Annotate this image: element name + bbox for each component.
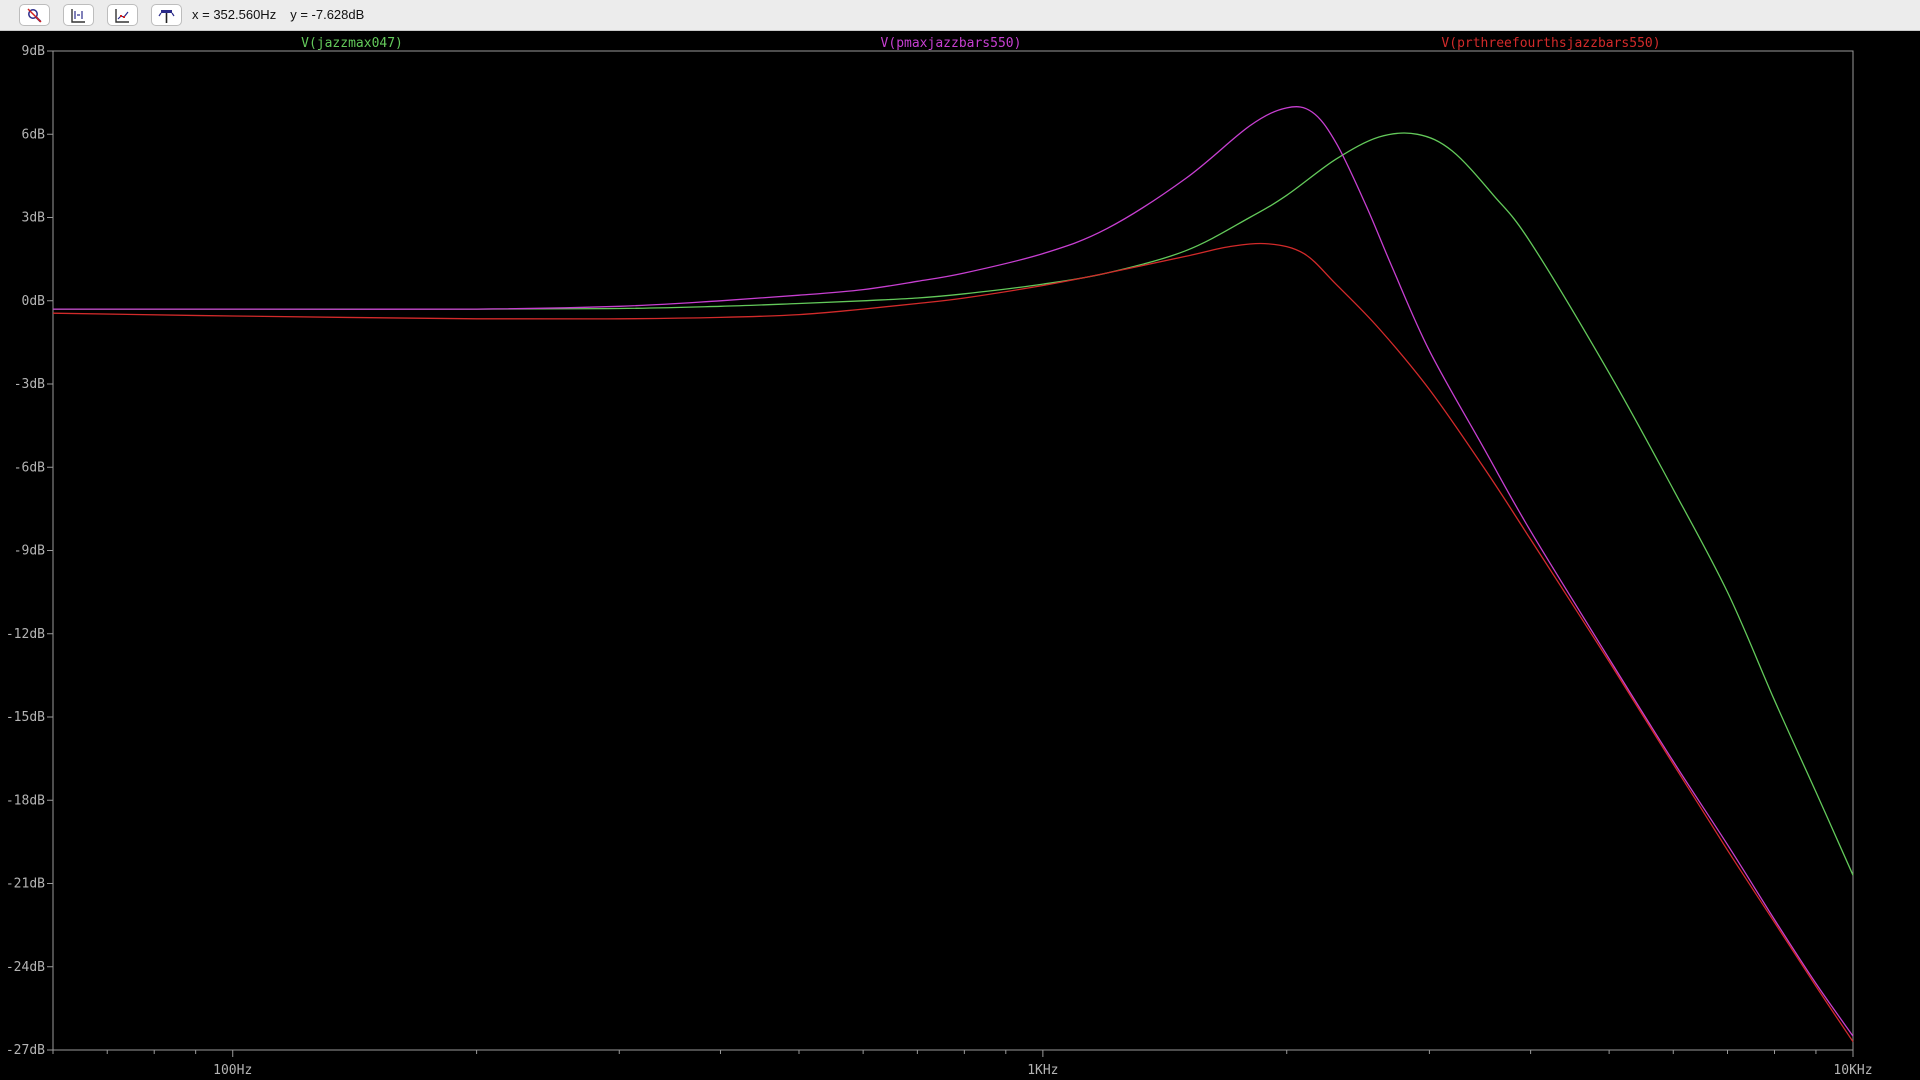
mark-points-icon — [115, 8, 129, 23]
y-tick-label: -12dB — [6, 627, 45, 642]
cursor-readout: x = 352.560Hz y = -7.628dB — [192, 7, 378, 22]
y-tick-label: 0dB — [22, 294, 46, 309]
zoom-cancel-icon — [27, 7, 42, 23]
legend-entry[interactable]: V(pmaxjazzbars550) — [881, 36, 1022, 51]
x-tick-label: 1KHz — [1027, 1063, 1058, 1078]
series-line[interactable] — [53, 106, 1854, 1037]
bode-plot[interactable]: 9dB 6dB 3dB 0dB -3dB -6dB -9dB -12dB -15dB -18dB -… — [0, 31, 1920, 1080]
zoom-cancel-button[interactable] — [19, 4, 50, 26]
plot-toolbar: x = 352.560Hz y = -7.628dB — [0, 0, 1920, 31]
probe-button[interactable] — [151, 4, 182, 26]
x-tick-label: 100Hz — [213, 1063, 252, 1078]
y-tick-label: -24dB — [6, 960, 45, 975]
y-tick-label: -6dB — [14, 460, 45, 475]
y-tick-label: -3dB — [14, 377, 45, 392]
cursor-y-readout: y = -7.628dB — [290, 7, 365, 22]
y-tick-label: -9dB — [14, 544, 45, 559]
series-line[interactable] — [52, 242, 1854, 1043]
plot-area[interactable]: 9dB 6dB 3dB 0dB -3dB -6dB -9dB -12dB -15dB -18dB -… — [0, 31, 1920, 1080]
y-tick-label: -21dB — [6, 877, 45, 892]
probe-icon — [158, 9, 175, 23]
y-tick-label: -18dB — [6, 793, 45, 808]
x-tick-label: 10KHz — [1833, 1063, 1872, 1078]
legend-entry[interactable]: V(prthreefourthsjazzbars550) — [1441, 36, 1660, 51]
y-tick-label: -15dB — [6, 710, 45, 725]
y-tick-label: 3dB — [22, 211, 46, 226]
plot-frame — [52, 50, 1854, 1051]
y-tick-label: 9dB — [22, 44, 46, 59]
series-line[interactable] — [53, 132, 1854, 876]
autorange-icon — [71, 8, 85, 23]
legend-entry[interactable]: V(jazzmax047) — [301, 36, 403, 51]
cursor-x-readout: x = 352.560Hz — [192, 7, 277, 22]
y-tick-label: -27dB — [6, 1043, 45, 1058]
autorange-button[interactable] — [63, 4, 94, 26]
mark-data-points-button[interactable] — [107, 4, 138, 26]
y-tick-label: 6dB — [22, 127, 46, 142]
